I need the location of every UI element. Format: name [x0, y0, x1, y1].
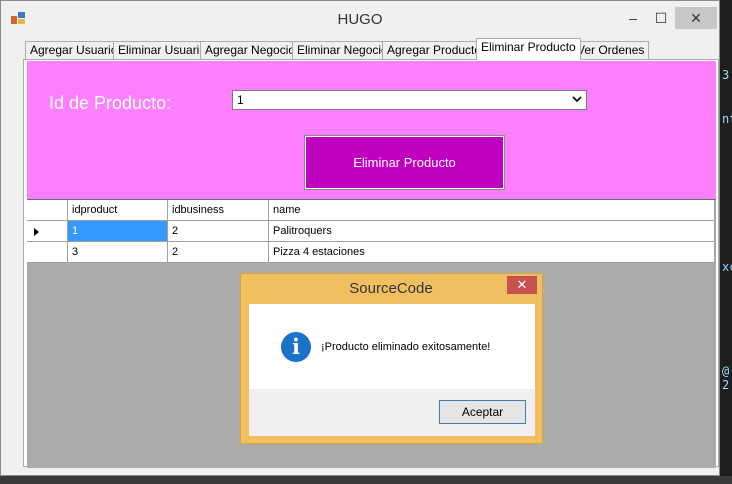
- row-header[interactable]: [27, 242, 68, 263]
- table-cell[interactable]: Pizza 4 estaciones: [269, 242, 715, 263]
- table-cell[interactable]: 2: [168, 221, 269, 242]
- minimize-button[interactable]: –: [621, 7, 645, 29]
- column-header-idbusiness[interactable]: idbusiness: [168, 200, 269, 221]
- maximize-button[interactable]: ☐: [649, 7, 673, 29]
- dialog-message: ¡Producto eliminado exitosamente!: [321, 341, 491, 353]
- dialog-footer: Aceptar: [249, 389, 535, 436]
- tab-ver-ordenes[interactable]: Ver Ordenes: [572, 41, 650, 59]
- info-icon: i: [281, 332, 311, 362]
- chevron-down-icon[interactable]: [572, 93, 582, 108]
- id-producto-value: 1: [237, 93, 244, 107]
- table-cell[interactable]: 2: [168, 242, 269, 263]
- grid-corner[interactable]: [27, 200, 68, 221]
- tab-agregar-usuario[interactable]: Agregar Usuario: [25, 41, 123, 59]
- title-bar[interactable]: HUGO – ☐ ✕: [1, 1, 719, 37]
- editor-text: nt: [722, 112, 732, 126]
- editor-text: xc: [722, 260, 732, 274]
- aceptar-button[interactable]: Aceptar: [439, 400, 526, 424]
- table-cell[interactable]: 1: [68, 221, 168, 242]
- id-producto-label: Id de Producto:: [49, 93, 172, 113]
- current-row-icon: [34, 228, 39, 236]
- table-cell[interactable]: 3: [68, 242, 168, 263]
- dialog-title: SourceCode: [349, 280, 433, 297]
- column-header-idproduct[interactable]: idproduct: [68, 200, 168, 221]
- main-window: HUGO – ☐ ✕ Agregar Usuario Eliminar Usua…: [0, 0, 720, 476]
- taskbar-strip: [0, 476, 732, 484]
- id-producto-select[interactable]: 1: [232, 90, 587, 110]
- dialog-close-button[interactable]: ✕: [507, 276, 537, 294]
- column-header-name[interactable]: name: [269, 200, 715, 221]
- window-title: HUGO: [337, 11, 383, 28]
- tab-agregar-negocio[interactable]: Agregar Negocio: [200, 41, 301, 59]
- table-cell[interactable]: Palitroquers: [269, 221, 715, 242]
- tab-eliminar-producto[interactable]: Eliminar Producto: [476, 38, 581, 60]
- row-header[interactable]: [27, 221, 68, 242]
- eliminar-producto-button[interactable]: Eliminar Producto: [304, 135, 505, 190]
- close-button[interactable]: ✕: [675, 7, 717, 29]
- tab-eliminar-negocio[interactable]: Eliminar Negocio: [292, 41, 393, 59]
- tab-eliminar-usuario[interactable]: Eliminar Usuario: [113, 41, 212, 59]
- dialog-body: i ¡Producto eliminado exitosamente!: [249, 304, 535, 389]
- editor-text: 3: [722, 68, 730, 82]
- message-dialog: SourceCode ✕ i ¡Producto eliminado exito…: [240, 273, 543, 444]
- editor-text: @ 2: [722, 364, 730, 392]
- tab-agregar-producto[interactable]: Agregar Producto: [382, 41, 487, 59]
